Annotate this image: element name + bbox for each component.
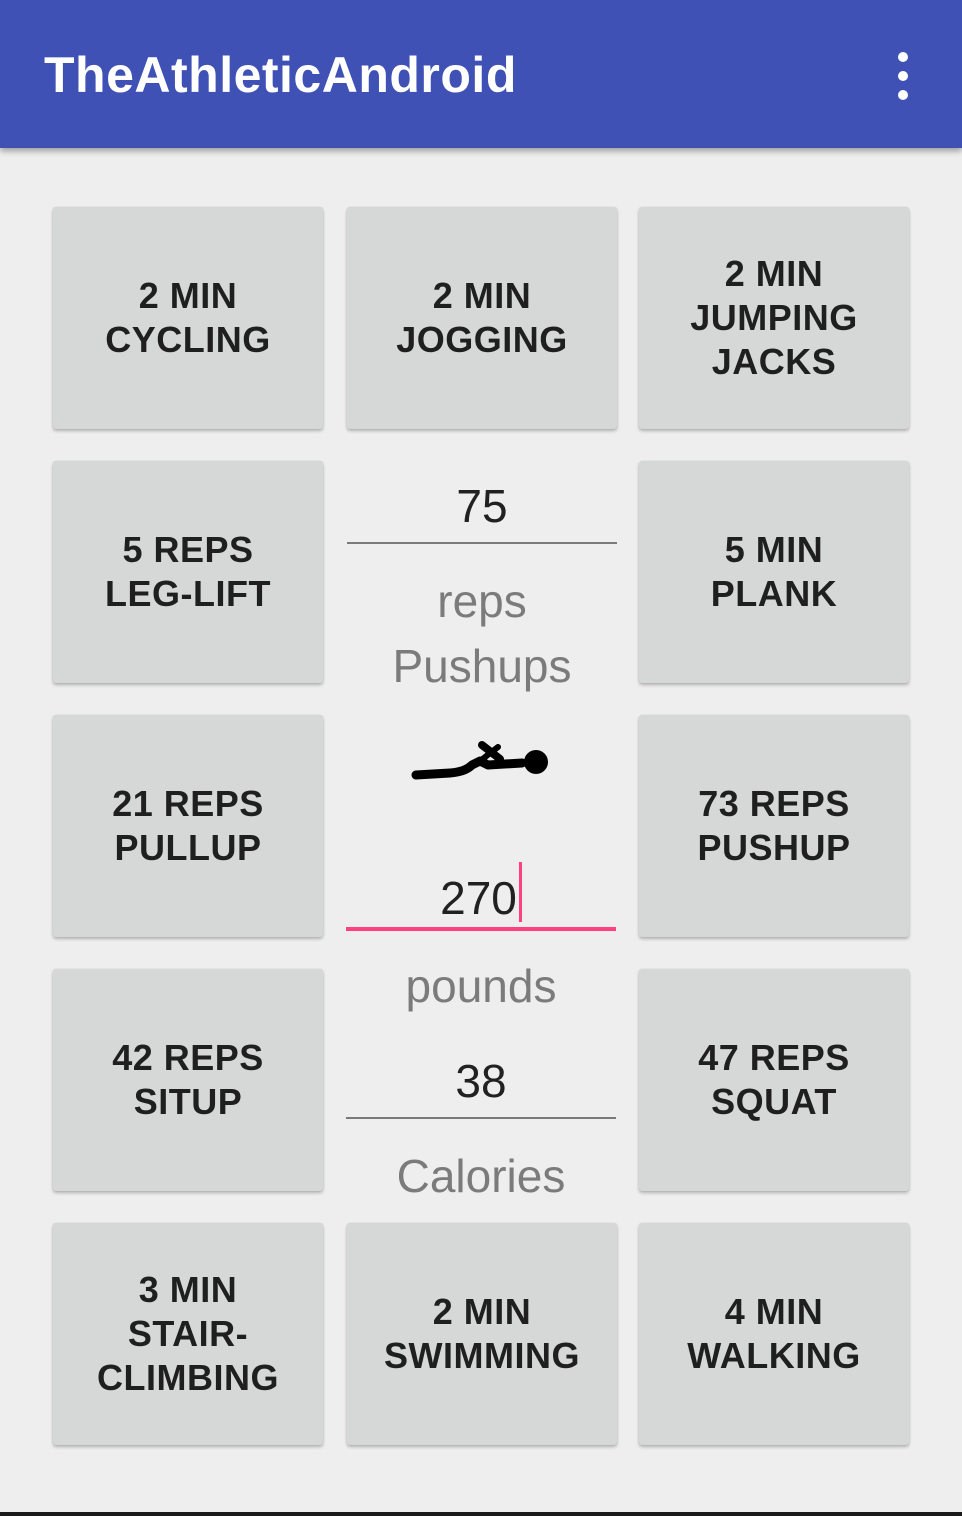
walking-button[interactable]: 4 MIN WALKING — [639, 1223, 909, 1445]
stair-climbing-button[interactable]: 3 MIN STAIR- CLIMBING — [53, 1223, 323, 1445]
calories-value: 38 — [455, 1055, 507, 1107]
squat-button[interactable]: 47 REPS SQUAT — [639, 969, 909, 1191]
calories-label: Calories — [396, 1150, 566, 1202]
text-cursor — [518, 862, 522, 922]
pushup-button[interactable]: 73 REPS PUSHUP — [639, 715, 909, 937]
weight-unit-label: pounds — [405, 960, 557, 1012]
amount-unit-label: reps — [437, 575, 527, 627]
pushup-figure-icon — [411, 741, 548, 780]
exercise-name-label: Pushups — [392, 640, 572, 692]
calories-underline — [346, 1117, 616, 1119]
plank-button[interactable]: 5 MIN PLANK — [639, 461, 909, 683]
weight-input[interactable]: 270 — [346, 862, 616, 926]
situp-button[interactable]: 42 REPS SITUP — [53, 969, 323, 1191]
jogging-button[interactable]: 2 MIN JOGGING — [347, 207, 617, 429]
app-bar: TheAthleticAndroid — [0, 0, 962, 148]
cycling-button[interactable]: 2 MIN CYCLING — [53, 207, 323, 429]
jumping-jacks-button[interactable]: 2 MIN JUMPING JACKS — [639, 207, 909, 429]
leg-lift-button[interactable]: 5 REPS LEG-LIFT — [53, 461, 323, 683]
amount-input-underline — [347, 542, 617, 544]
more-vert-icon[interactable] — [884, 46, 922, 106]
bottom-edge — [0, 1512, 962, 1516]
pullup-button[interactable]: 21 REPS PULLUP — [53, 715, 323, 937]
swimming-button[interactable]: 2 MIN SWIMMING — [347, 1223, 617, 1445]
amount-input[interactable]: 75 — [347, 478, 617, 534]
weight-input-underline-focused — [346, 927, 616, 931]
app-title: TheAthleticAndroid — [44, 47, 517, 103]
